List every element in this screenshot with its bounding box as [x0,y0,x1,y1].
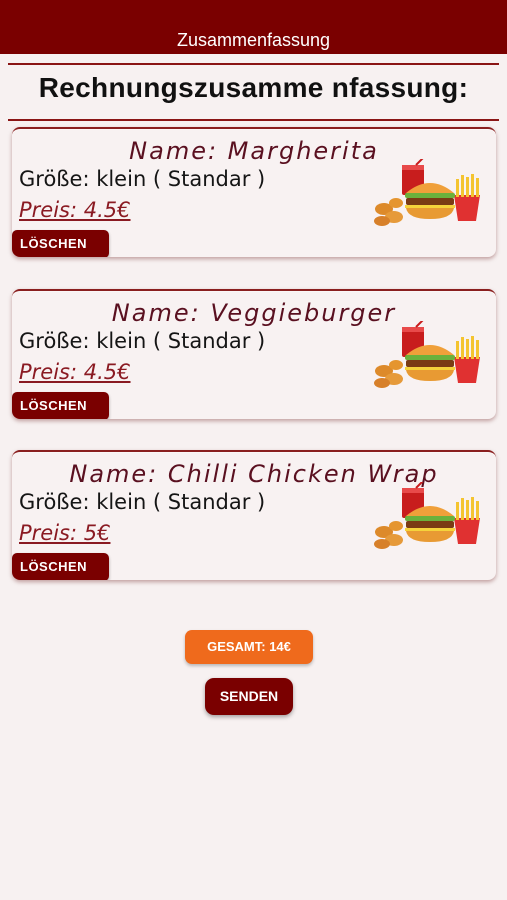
item-price: Preis: 4.5€ [19,360,131,384]
page-title: Rechnungszusamme nfassung: [38,72,469,103]
divider-bottom [8,119,499,121]
item-price: Preis: 4.5€ [19,198,131,222]
top-bar: Zusammenfassung [0,0,507,54]
order-item-card: Name: Veggieburger Größe: klein ( Standa… [12,289,496,419]
delete-button[interactable]: LÖSCHEN [12,230,109,257]
screen-title: Zusammenfassung [176,30,331,50]
total-button[interactable]: GESAMT: 14€ [185,630,313,664]
item-price: Preis: 5€ [19,521,111,545]
delete-button[interactable]: LÖSCHEN [12,553,109,580]
send-button[interactable]: SENDEN [205,678,293,715]
delete-button[interactable]: LÖSCHEN [12,392,109,419]
item-size: Größe: klein ( Standar ) [19,167,266,191]
order-item-card: Name: Margherita Größe: klein ( Standar … [12,127,496,257]
food-combo-icon [374,321,480,388]
order-item-card: Name: Chilli Chicken Wrap Größe: klein (… [12,450,496,580]
divider-top [8,63,499,65]
food-combo-icon [374,159,480,226]
item-size: Größe: klein ( Standar ) [19,490,266,514]
food-combo-icon [374,482,480,549]
item-size: Größe: klein ( Standar ) [19,329,266,353]
